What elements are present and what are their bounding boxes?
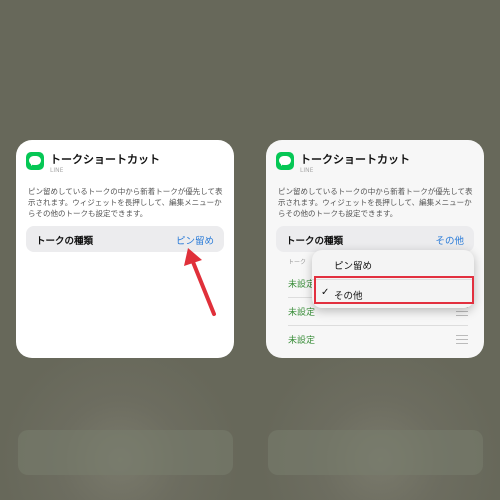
talk-slot-value: 未設定 bbox=[288, 336, 316, 346]
talk-slot-value: 未設定 bbox=[288, 280, 316, 290]
talk-type-label: トークの種類 bbox=[36, 236, 94, 247]
reorder-handle-icon[interactable] bbox=[456, 335, 468, 344]
line-app-icon bbox=[276, 152, 294, 170]
app-name: LINE bbox=[50, 167, 64, 174]
widget-config-card-right: トークショートカット LINE ピン留めしているトークの中から新着トークが優先し… bbox=[266, 140, 484, 358]
talk-slot-row[interactable]: 未設定 bbox=[288, 326, 468, 352]
selection-highlight-box bbox=[314, 276, 474, 304]
talk-type-value[interactable]: その他 bbox=[435, 233, 464, 247]
widget-description: ピン留めしているトークの中から新着トークが優先して表示されます。ウィジェットを長… bbox=[278, 187, 473, 218]
app-name: LINE bbox=[300, 167, 314, 174]
line-app-icon bbox=[26, 152, 44, 170]
talk-type-setting-row[interactable]: トークの種類 その他 bbox=[276, 226, 474, 252]
talk-slot-value: 未設定 bbox=[288, 308, 316, 318]
menu-item-label: ピン留め bbox=[334, 261, 373, 272]
talk-type-label: トークの種類 bbox=[286, 236, 344, 247]
blurred-dock-right bbox=[268, 430, 483, 475]
widget-description: ピン留めしているトークの中から新着トークが優先して表示されます。ウィジェットを長… bbox=[28, 187, 223, 218]
pointer-arrow-icon bbox=[184, 248, 216, 316]
menu-item-pinned[interactable]: ピン留め bbox=[312, 250, 474, 278]
widget-title: トークショートカット bbox=[300, 153, 410, 166]
widget-title: トークショートカット bbox=[50, 153, 160, 166]
talk-section-label: トーク bbox=[288, 259, 307, 266]
reorder-handle-icon[interactable] bbox=[456, 307, 468, 316]
blurred-dock-left bbox=[18, 430, 233, 475]
